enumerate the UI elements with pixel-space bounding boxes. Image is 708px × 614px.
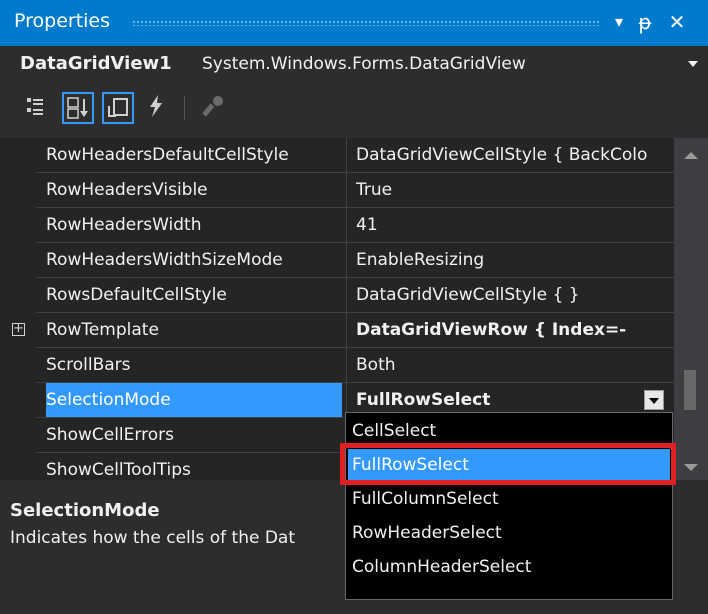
pin-icon[interactable]: ᵽ	[632, 8, 658, 36]
property-name: ShowCellErrors	[46, 425, 174, 445]
dropdown-option[interactable]: ColumnHeaderSelect	[348, 551, 670, 583]
dropdown-option[interactable]: RowHeaderSelect	[348, 517, 670, 549]
title-bar: Properties ▾ ᵽ ✕	[0, 0, 708, 46]
vertical-scrollbar[interactable]	[674, 138, 708, 480]
property-name: RowHeadersWidthSizeMode	[46, 250, 283, 270]
property-row[interactable]: RowsDefaultCellStyle DataGridViewCellSty…	[0, 278, 674, 312]
alphabetical-icon[interactable]	[62, 92, 94, 124]
highlight-box	[340, 443, 676, 485]
property-value[interactable]: DataGridViewCellStyle { }	[346, 278, 674, 312]
object-name: DataGridView1	[20, 53, 172, 74]
property-value[interactable]: 41	[346, 208, 674, 242]
property-row[interactable]: RowHeadersDefaultCellStyle DataGridViewC…	[0, 138, 674, 172]
property-value[interactable]: EnableResizing	[346, 243, 674, 277]
property-row[interactable]: RowHeadersWidth 41	[0, 208, 674, 242]
property-name: RowHeadersWidth	[46, 215, 202, 235]
property-row[interactable]: RowHeadersWidthSizeMode EnableResizing	[0, 243, 674, 277]
toolbar-separator	[184, 96, 185, 120]
grip-dots	[132, 20, 600, 26]
scroll-thumb[interactable]	[684, 370, 696, 410]
properties-window: Properties ▾ ᵽ ✕ DataGridView1 System.Wi…	[0, 0, 708, 614]
window-menu-icon[interactable]: ▾	[606, 8, 632, 36]
property-name: ScrollBars	[46, 355, 131, 375]
property-pages-icon[interactable]	[198, 92, 230, 124]
property-name: RowsDefaultCellStyle	[46, 285, 227, 305]
object-type: System.Windows.Forms.DataGridView	[202, 54, 526, 74]
description-text: Indicates how the cells of the Dat	[10, 528, 296, 548]
property-name: RowHeadersVisible	[46, 180, 208, 200]
property-name: SelectionMode	[46, 383, 342, 417]
scroll-up-icon[interactable]	[684, 152, 698, 159]
dropdown-button[interactable]	[644, 390, 664, 410]
property-value[interactable]: DataGridViewRow { Index=-	[346, 313, 674, 347]
categorized-icon[interactable]	[20, 92, 52, 124]
dropdown-option[interactable]: FullColumnSelect	[348, 483, 670, 515]
property-row[interactable]: ScrollBars Both	[0, 348, 674, 382]
properties-toolbar	[0, 84, 708, 132]
selection-mode-dropdown-list[interactable]: CellSelect FullRowSelect FullColumnSelec…	[345, 412, 673, 600]
property-value[interactable]: DataGridViewCellStyle { BackColo	[346, 138, 674, 172]
property-row[interactable]: RowHeadersVisible True	[0, 173, 674, 207]
property-name: RowTemplate	[46, 320, 159, 340]
description-title: SelectionMode	[10, 500, 160, 521]
property-row[interactable]: + RowTemplate DataGridViewRow { Index=-	[0, 313, 674, 347]
property-name: ShowCellToolTips	[46, 460, 191, 480]
property-value[interactable]: True	[346, 173, 674, 207]
chevron-down-icon[interactable]	[688, 61, 698, 67]
events-icon[interactable]	[140, 92, 172, 124]
window-title: Properties	[14, 10, 111, 32]
properties-icon[interactable]	[102, 92, 134, 124]
property-value[interactable]: Both	[346, 348, 674, 382]
object-selector[interactable]: DataGridView1 System.Windows.Forms.DataG…	[0, 46, 708, 84]
close-icon[interactable]: ✕	[664, 8, 690, 36]
property-name: RowHeadersDefaultCellStyle	[46, 145, 289, 165]
expand-icon[interactable]: +	[12, 322, 25, 336]
scroll-down-icon[interactable]	[684, 464, 698, 471]
